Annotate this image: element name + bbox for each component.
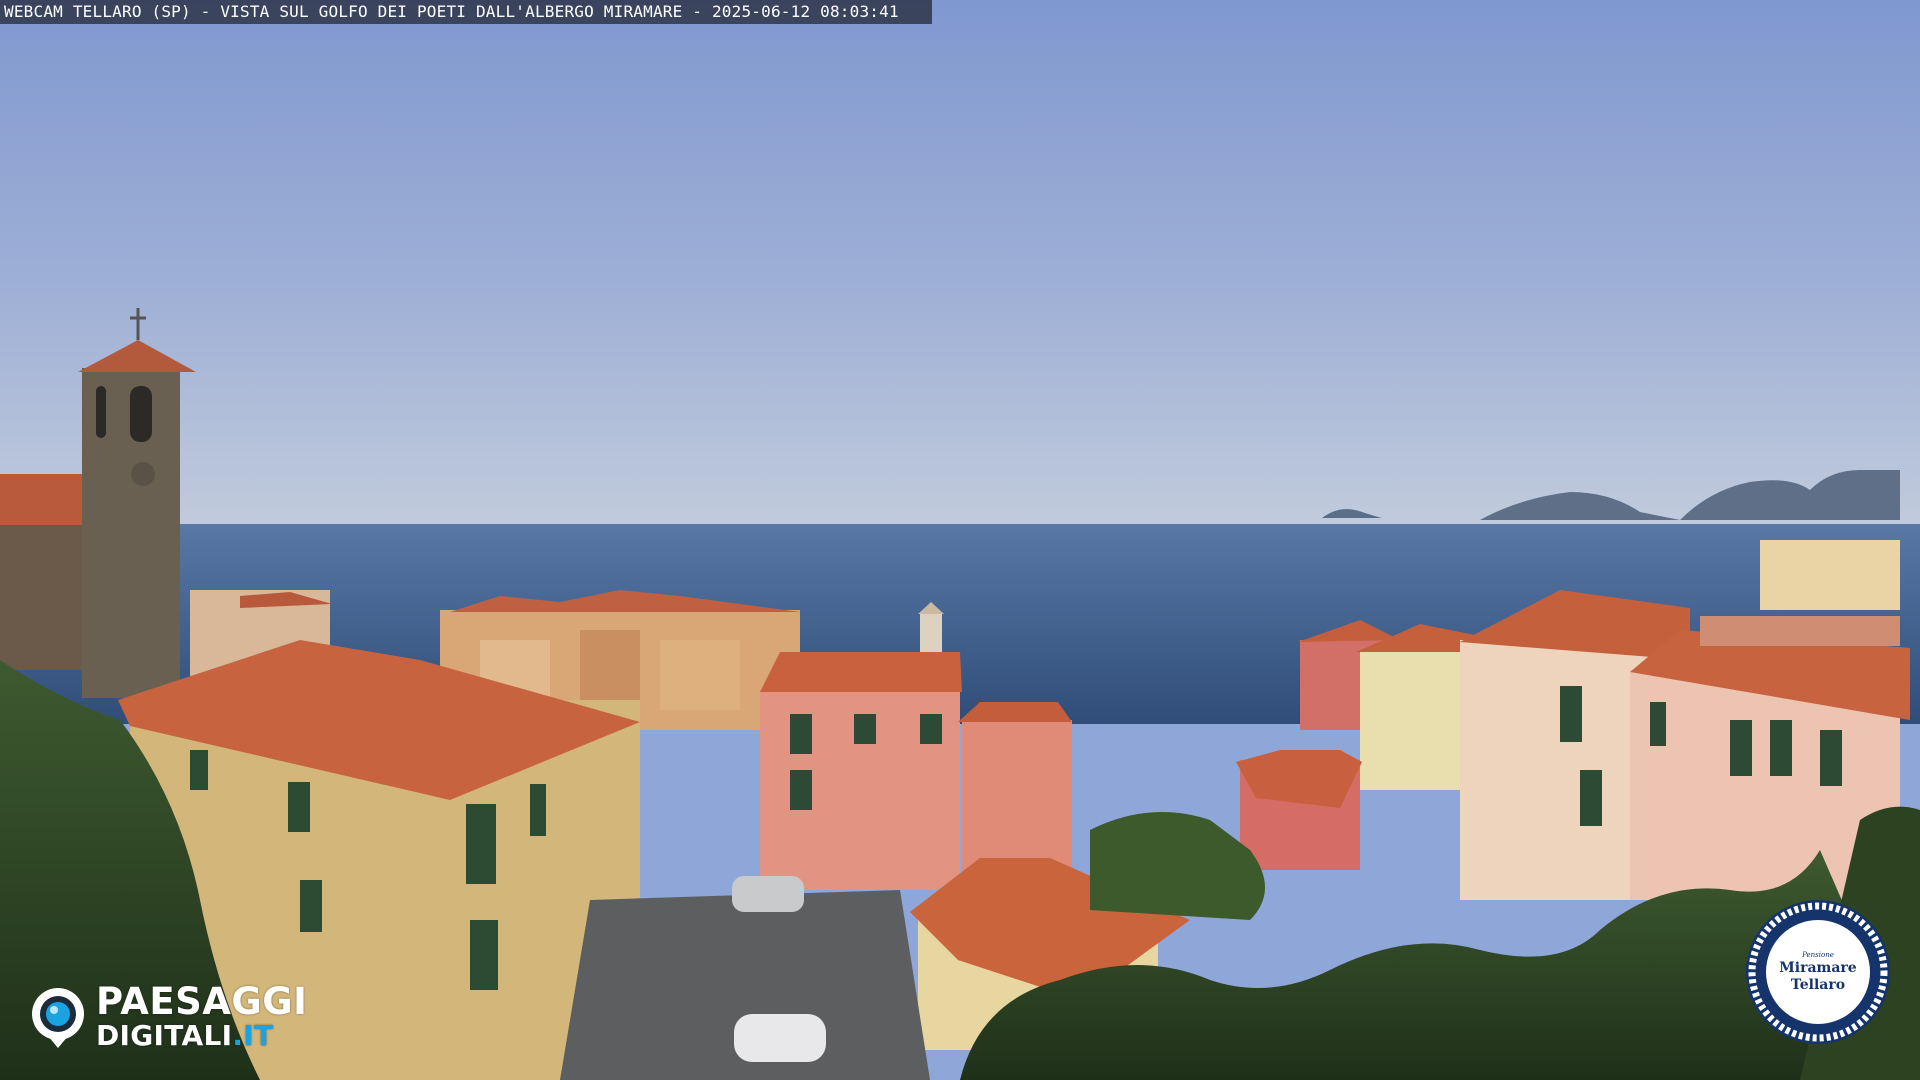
hotel-name-line1: Miramare: [1779, 959, 1857, 976]
brand-digitali-text: DIGITALI: [96, 1019, 233, 1052]
hotel-small-label: Pensione: [1802, 950, 1834, 959]
brand-line-digitali: DIGITALI.IT: [96, 1020, 273, 1052]
webcam-frame: WEBCAM TELLARO (SP) - VISTA SUL GOLFO DE…: [0, 0, 1920, 1080]
brand-line-paesaggi: PAESAGGI: [96, 980, 308, 1023]
brand-tld-text: .IT: [232, 1019, 274, 1052]
paesaggi-digitali-logo: PAESAGGI DIGITALI.IT: [28, 982, 348, 1054]
trees-center: [1090, 812, 1265, 920]
parked-car-grey: [732, 876, 804, 912]
webcam-caption: WEBCAM TELLARO (SP) - VISTA SUL GOLFO DE…: [0, 0, 932, 24]
hotel-badge-text: Pensione Miramare Tellaro: [1744, 898, 1892, 1046]
hotel-name-line2: Tellaro: [1790, 976, 1846, 993]
webcam-scene: [0, 0, 1920, 1080]
hotel-miramare-badge: Pensione Miramare Tellaro: [1744, 898, 1892, 1046]
camera-eye-icon: [32, 988, 84, 1048]
sky: [0, 0, 1920, 528]
parked-car-white: [734, 1014, 826, 1062]
